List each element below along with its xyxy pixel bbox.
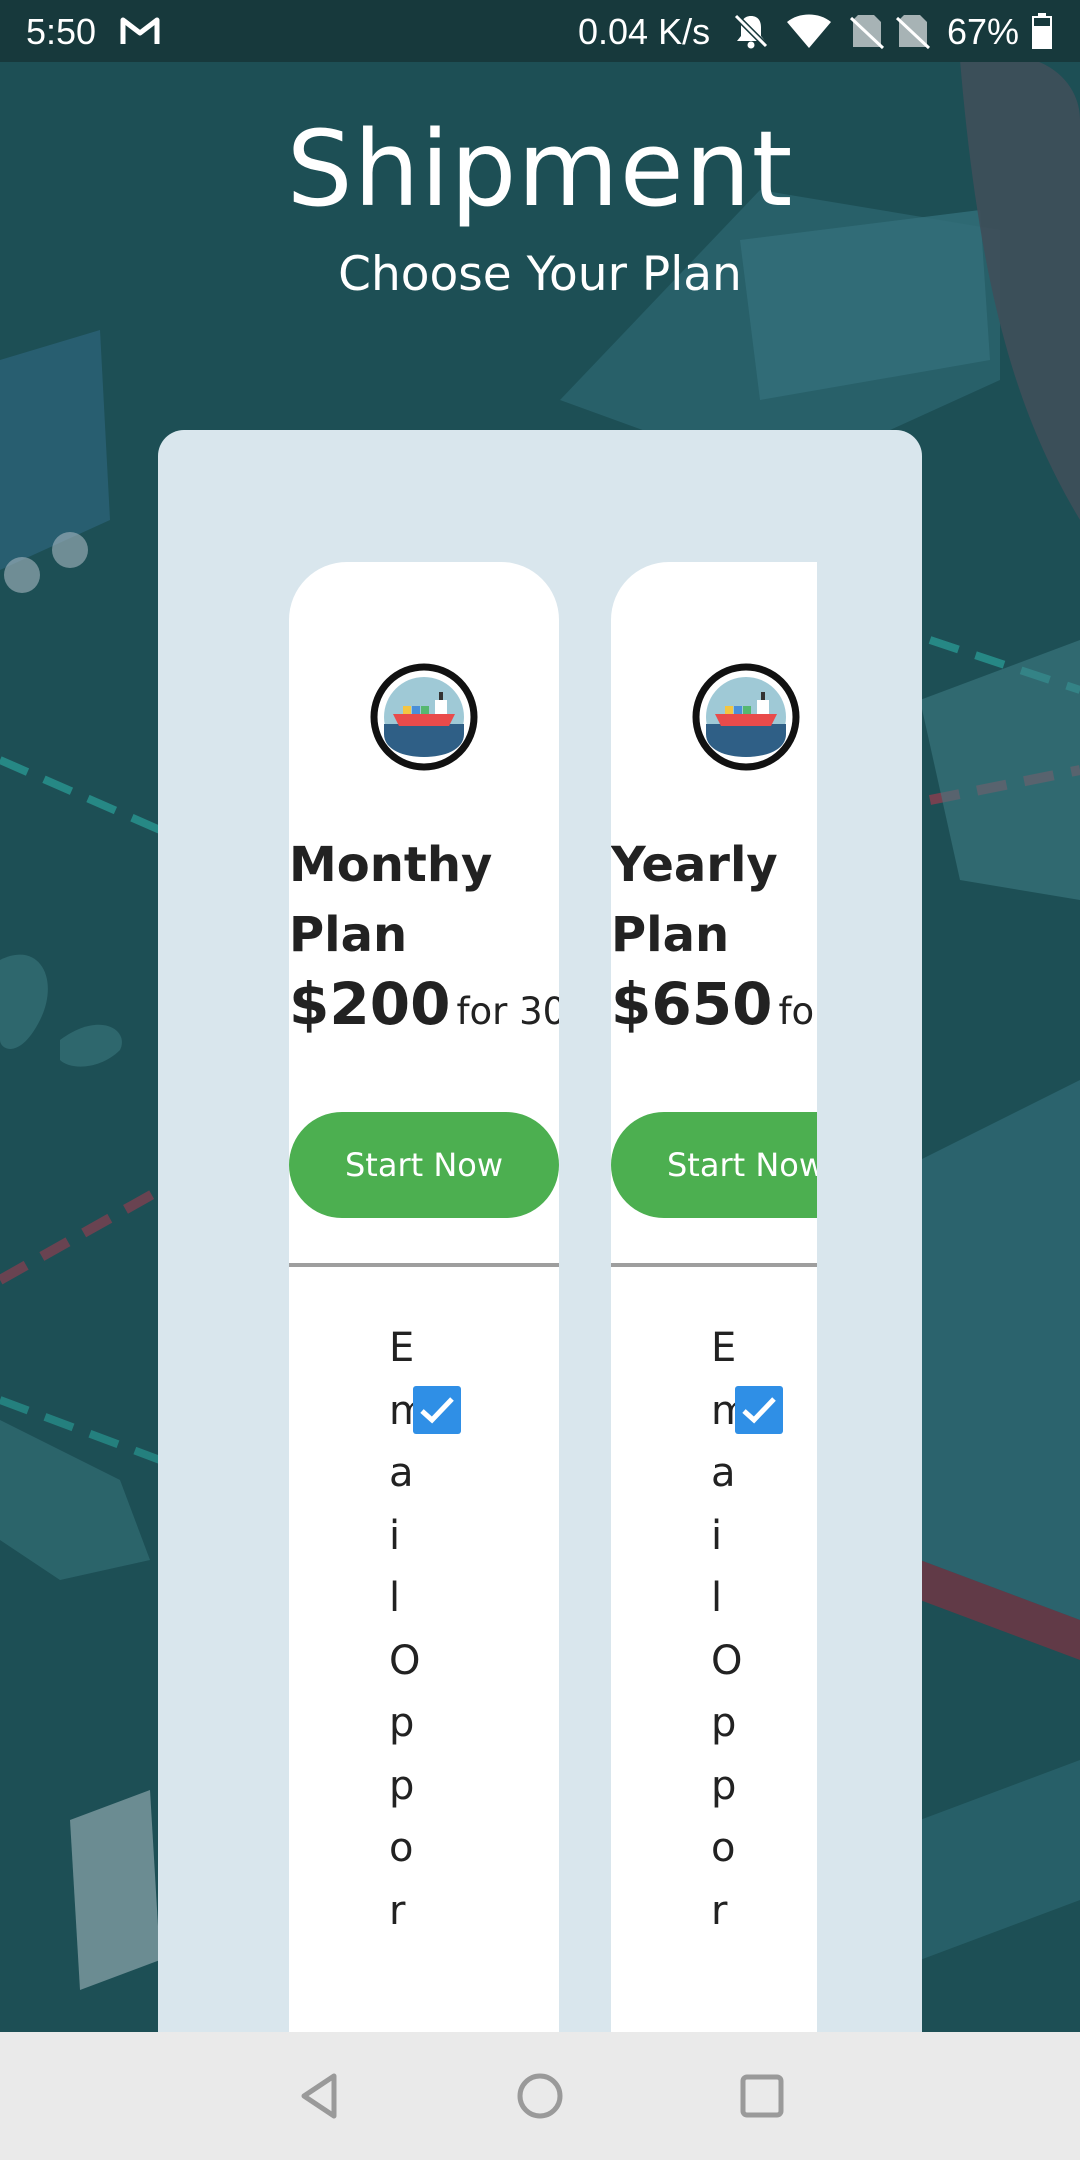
plan-period: for 30 Days — [456, 990, 559, 1033]
checkbox-checked-icon[interactable] — [413, 1386, 461, 1434]
start-now-button[interactable]: Start Now — [289, 1112, 559, 1218]
feature-label: Email Oppor — [711, 1325, 750, 1934]
price-row: $200for 30 Days — [289, 970, 559, 1038]
cargo-ship-icon — [370, 663, 478, 771]
plan-price: $200 — [289, 970, 451, 1038]
plans-panel[interactable]: Monthy Plan $200for 30 Days Start Now Em… — [158, 430, 922, 2080]
no-sim-icon — [895, 15, 931, 50]
plan-card-yearly: Yearly Plan $650for 365 Days Start Now E… — [611, 562, 817, 2080]
plan-period: for 365 Days — [778, 990, 817, 1033]
status-bar: 5:50 0.04 K/s 67% — [0, 0, 1080, 62]
plan-name: Monthy Plan — [289, 837, 493, 963]
divider — [611, 1263, 817, 1267]
bell-off-icon — [733, 13, 769, 49]
start-now-button[interactable]: Start Now — [611, 1112, 817, 1218]
home-icon[interactable] — [514, 2070, 566, 2122]
checkbox-checked-icon[interactable] — [735, 1386, 783, 1434]
status-time: 5:50 — [26, 11, 97, 52]
wifi-icon — [787, 14, 831, 48]
plan-card-monthly: Monthy Plan $200for 30 Days Start Now Em… — [289, 562, 559, 2080]
plan-price: $650 — [611, 970, 773, 1038]
navigation-bar — [0, 2032, 1080, 2160]
feature-label: Email Oppor — [389, 1325, 428, 1934]
cargo-ship-icon — [692, 663, 800, 771]
back-icon[interactable] — [294, 2070, 346, 2122]
plan-name: Yearly Plan — [611, 837, 778, 963]
network-speed: 0.04 K/s — [578, 11, 711, 52]
battery-icon — [1032, 13, 1052, 49]
page-subtitle: Choose Your Plan — [338, 247, 742, 302]
no-sim-icon — [849, 15, 885, 50]
plan-card-body: Monthy Plan $200for 30 Days Start Now Em… — [289, 562, 559, 2080]
divider — [289, 1263, 559, 1267]
plan-card-body: Yearly Plan $650for 365 Days Start Now E… — [611, 562, 817, 2080]
price-row: $650for 365 Days — [611, 970, 817, 1038]
battery-percent: 67% — [947, 11, 1020, 52]
gmail-icon — [120, 17, 160, 44]
recents-icon[interactable] — [736, 2070, 788, 2122]
page-title: Shipment — [286, 108, 794, 230]
